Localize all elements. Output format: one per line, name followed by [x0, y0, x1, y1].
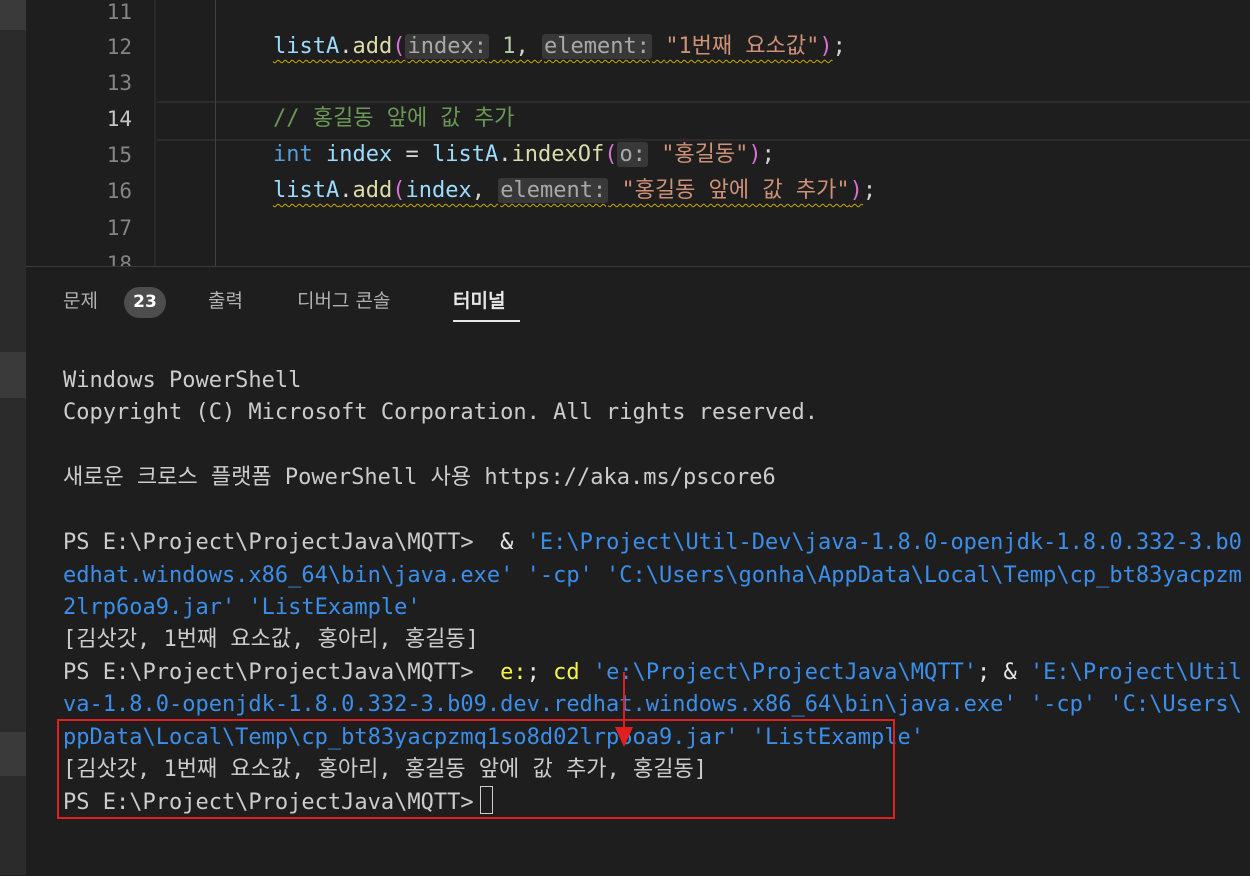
tab-problems[interactable]: 문제 [63, 287, 98, 315]
code-editor[interactable]: 11 12 13 14 15 16 17 18 listA.add(index:… [26, 0, 1250, 266]
active-tab-indicator [453, 320, 520, 322]
parameter-hint: element: [498, 178, 609, 203]
code-line-16[interactable]: listA.add(index, element: "홍길동 앞에 값 추가")… [273, 173, 876, 209]
terminal-line: Copyright (C) Microsoft Corporation. All… [63, 400, 818, 425]
line-number: 16 [106, 179, 132, 203]
line-number: 13 [106, 71, 132, 95]
code-line-15[interactable]: int index = listA.indexOf(o: "홍길동"); [273, 137, 775, 173]
line-number-active: 14 [106, 107, 132, 131]
activity-bar-marker [0, 352, 26, 398]
activity-bar-marker [0, 732, 26, 776]
tab-output[interactable]: 출력 [208, 287, 243, 315]
terminal-line: Windows PowerShell [63, 368, 302, 393]
line-number: 11 [106, 0, 132, 24]
terminal-command-line: PS E:\Project\ProjectJava\MQTT> & 'E:\Pr… [63, 530, 1242, 555]
line-number: 17 [106, 216, 132, 240]
terminal-line: 새로운 크로스 플랫폼 PowerShell 사용 https://aka.ms… [63, 465, 776, 490]
line-number-gutter: 11 12 13 14 15 16 17 18 [26, 0, 156, 266]
activity-bar [0, 0, 26, 875]
annotation-arrow-head [615, 727, 633, 747]
tab-debug-console[interactable]: 디버그 콘솔 [297, 287, 390, 315]
line-number: 15 [106, 143, 132, 167]
gutter-separator [154, 0, 156, 266]
code-line-12[interactable]: listA.add(index: 1, element: "1번째 요소값"); [273, 29, 846, 65]
parameter-hint: index: [405, 34, 489, 59]
line-number: 18 [106, 252, 132, 266]
terminal-command-continuation: va-1.8.0-openjdk-1.8.0.332-3.b09.dev.red… [63, 692, 1242, 717]
terminal-command-continuation: edhat.windows.x86_64\bin\java.exe' '-cp'… [63, 563, 1242, 588]
indent-guide [215, 0, 216, 266]
parameter-hint: element: [541, 34, 652, 59]
tab-terminal[interactable]: 터미널 [453, 287, 505, 315]
code-line-14-comment[interactable]: // 홍길동 앞에 값 추가 [273, 101, 514, 137]
parameter-hint: o: [617, 142, 648, 167]
problems-count-badge: 23 [124, 287, 166, 318]
terminal-program-output: [김삿갓, 1번째 요소값, 홍아리, 홍길동] [63, 627, 479, 652]
terminal-command-continuation: 2lrp6oa9.jar' 'ListExample' [63, 595, 421, 620]
activity-bar-marker [0, 0, 26, 30]
panel-tabs: 문제 23 출력 디버그 콘솔 터미널 [26, 267, 1250, 337]
terminal-command-line: PS E:\Project\ProjectJava\MQTT> e:; cd '… [63, 660, 1242, 685]
annotation-arrow [623, 672, 625, 728]
line-number: 12 [106, 35, 132, 59]
annotation-highlight-box [57, 719, 895, 819]
